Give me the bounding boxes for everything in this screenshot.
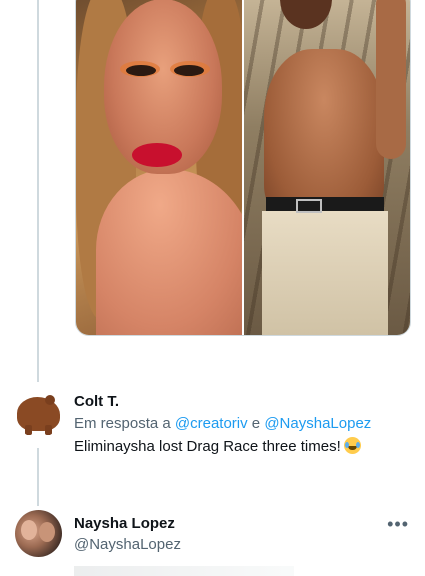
author-name[interactable]: Colt T. [74,393,119,410]
author-handle[interactable]: @NayshaLopez [74,536,181,553]
profile-avatar[interactable] [15,510,62,557]
author-name[interactable]: Naysha Lopez [74,515,175,532]
laughing-tears-emoji-icon [343,437,361,454]
replying-prefix: Em resposta a [74,415,175,432]
reply-tweet[interactable]: Colt T. Em resposta a @creatoriv e @Nays… [0,0,425,500]
mention-link-nayshalopez[interactable]: @NayshaLopez [264,415,371,432]
conjunction: e [247,415,265,432]
more-options-icon[interactable]: ••• [387,515,409,533]
tweet-text-cutoff [74,566,294,576]
wombat-avatar[interactable] [15,391,62,438]
replying-to: Em resposta a @creatoriv e @NayshaLopez [74,415,371,432]
tweet-text-content: Eliminaysha lost Drag Race three times! [74,438,341,455]
tweet-text: Eliminaysha lost Drag Race three times! [74,437,361,455]
next-tweet[interactable]: Naysha Lopez @NayshaLopez ••• [0,500,425,576]
mention-link-creatoriv[interactable]: @creatoriv [175,415,248,432]
